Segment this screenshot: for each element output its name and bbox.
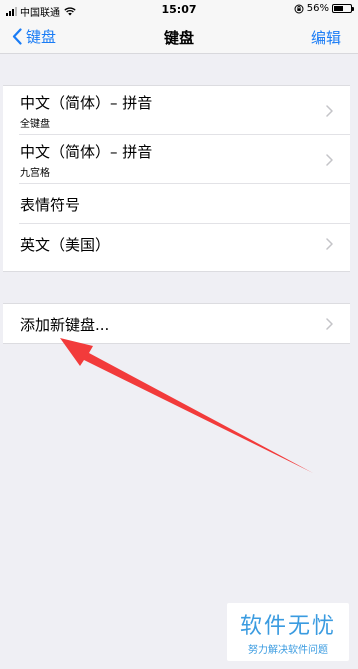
watermark-title: 软件无忧 — [239, 614, 336, 639]
chevron-right-icon — [326, 318, 333, 330]
keyboard-title: 中文（简体）– 拼音 — [20, 94, 153, 112]
add-keyboard-group: 添加新键盘... — [3, 303, 350, 344]
watermark-subtitle: 努力解决软件问题 — [248, 645, 328, 656]
keyboard-title: 英文（美国） — [20, 236, 111, 254]
chevron-right-icon — [326, 154, 333, 166]
chevron-right-icon — [326, 238, 333, 250]
keyboard-row-pinyin-nine-grid[interactable]: 中文（简体）– 拼音 九宫格 — [3, 135, 350, 184]
watermark-logo: 软件无忧 努力解决软件问题 — [227, 603, 349, 661]
battery-level — [334, 6, 343, 11]
rotation-lock-icon — [294, 4, 304, 13]
keyboard-row-emoji[interactable]: 表情符号 — [3, 184, 350, 224]
status-bar: 中国联通 15:07 56% — [0, 0, 358, 20]
keyboard-subtitle: 全键盘 — [20, 119, 50, 130]
navigation-bar: 键盘 键盘 编辑 — [0, 20, 358, 54]
edit-button[interactable]: 编辑 — [311, 27, 341, 48]
status-right: 56% — [294, 3, 354, 14]
add-keyboard-button[interactable]: 添加新键盘... — [3, 304, 350, 344]
keyboard-subtitle: 九宫格 — [20, 168, 50, 179]
arrow-shape — [60, 338, 313, 473]
keyboard-row-english-us[interactable]: 英文（美国） — [3, 224, 350, 264]
chevron-right-icon — [326, 105, 333, 117]
page-title: 键盘 — [163, 29, 194, 47]
keyboard-row-pinyin-full[interactable]: 中文（简体）– 拼音 全键盘 — [3, 86, 350, 135]
battery-icon — [332, 4, 354, 13]
keyboard-list: 中文（简体）– 拼音 全键盘 中文（简体）– 拼音 九宫格 表情符号 英文（美国… — [3, 85, 350, 272]
battery-percent: 56% — [306, 3, 329, 14]
keyboard-title: 表情符号 — [20, 196, 81, 214]
add-keyboard-label: 添加新键盘... — [20, 316, 110, 334]
keyboard-title: 中文（简体）– 拼音 — [20, 143, 153, 161]
